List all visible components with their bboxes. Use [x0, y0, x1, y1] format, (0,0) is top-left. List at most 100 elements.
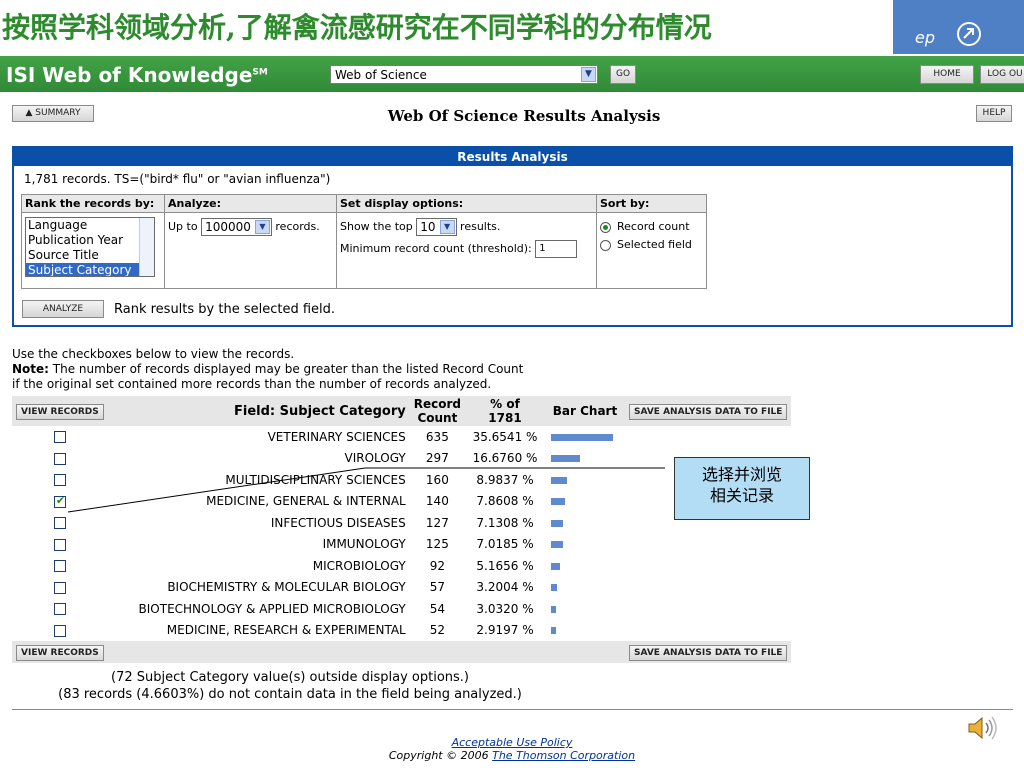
footnote-missing-data: (83 records (4.6603%) do not contain dat… — [58, 687, 522, 702]
row-checkbox[interactable] — [53, 560, 66, 573]
row-pct: 7.0185 % — [476, 537, 534, 552]
row-count: 297 — [425, 451, 449, 466]
database-select[interactable]: Web of Science ▼ — [330, 65, 598, 84]
row-checkbox[interactable] — [53, 452, 66, 465]
sort-selected-field-radio[interactable] — [600, 239, 611, 251]
row-count: 52 — [429, 623, 446, 638]
results-analysis-panel: Results Analysis 1,781 records. TS=("bir… — [12, 146, 1013, 327]
help-button[interactable]: HELP — [976, 105, 1012, 122]
row-field[interactable]: VETERINARY SCIENCES — [108, 426, 410, 448]
display-header: Set display options: — [336, 194, 597, 213]
analyze-upto-select[interactable]: 100000 ▼ — [201, 218, 272, 236]
rank-option-source-title[interactable]: Source Title — [26, 248, 154, 263]
footnote-outside-options: (72 Subject Category value(s) outside di… — [111, 670, 469, 685]
row-pct: 3.2004 % — [476, 580, 534, 595]
row-field[interactable]: INFECTIOUS DISEASES — [108, 512, 410, 534]
row-count: 54 — [429, 601, 446, 616]
table-row: VETERINARY SCIENCES 635 35.6541 % — [12, 426, 791, 448]
analyze-button[interactable]: ANALYZE — [22, 300, 104, 318]
row-bar — [551, 627, 556, 635]
rank-option-subject-category[interactable]: Subject Category — [26, 263, 154, 276]
note-label: Note: — [12, 362, 49, 376]
notes-line-2: The number of records displayed may be g… — [48, 362, 524, 376]
logout-button[interactable]: LOG OU — [980, 65, 1024, 84]
row-field[interactable]: MEDICINE, GENERAL & INTERNAL — [108, 491, 410, 513]
page-title: Web Of Science Results Analysis — [387, 107, 661, 125]
upto-prefix: Up to — [168, 220, 198, 233]
notes-line-3: if the original set contained more recor… — [12, 377, 492, 391]
row-bar — [551, 498, 565, 506]
row-checkbox[interactable] — [53, 474, 66, 487]
callout-line-2: 相关记录 — [709, 486, 774, 505]
acceptable-use-link[interactable]: Acceptable Use Policy — [452, 736, 573, 749]
sort-record-count-radio[interactable] — [600, 221, 611, 233]
results-footnote: (72 Subject Category value(s) outside di… — [0, 669, 580, 703]
row-checkbox[interactable] — [53, 494, 66, 508]
chevron-down-icon: ▼ — [439, 220, 455, 234]
row-field[interactable]: MICROBIOLOGY — [108, 555, 410, 577]
rank-option-language[interactable]: Language — [26, 218, 154, 233]
go-button[interactable]: GO — [610, 65, 636, 84]
row-bar — [551, 584, 557, 592]
records-query-text: 1,781 records. TS=("bird* flu" or "avian… — [24, 172, 331, 186]
callout-line-1: 选择并浏览 — [701, 465, 782, 484]
row-checkbox[interactable] — [53, 603, 66, 616]
threshold-input[interactable]: 1 — [535, 240, 578, 258]
next-arrow-icon — [957, 22, 981, 46]
row-bar — [551, 605, 556, 613]
view-records-button[interactable]: VIEW RECORDS — [16, 403, 104, 420]
row-field[interactable]: BIOTECHNOLOGY & APPLIED MICROBIOLOGY — [108, 598, 410, 620]
row-field[interactable]: BIOCHEMISTRY & MOLECULAR BIOLOGY — [108, 577, 410, 599]
analysis-options-table: Rank the records by: Analyze: Set displa… — [21, 194, 707, 289]
listbox-scrollbar[interactable] — [139, 218, 154, 276]
row-count: 140 — [425, 494, 449, 509]
slide-title: 按照学科领域分析,了解禽流感研究在不同学科的分布情况 — [2, 11, 712, 44]
panel-title: Results Analysis — [14, 148, 1011, 166]
database-select-value: Web of Science — [335, 68, 427, 82]
row-checkbox[interactable] — [53, 538, 66, 551]
footer-divider — [12, 709, 1013, 710]
row-bar — [551, 476, 567, 484]
row-count: 57 — [429, 580, 446, 595]
view-records-button-bottom[interactable]: VIEW RECORDS — [16, 644, 104, 661]
row-pct: 7.8608 % — [476, 494, 534, 509]
row-field[interactable]: MULTIDISCIPLINARY SCIENCES — [108, 469, 410, 491]
table-row: IMMUNOLOGY 125 7.0185 % — [12, 534, 791, 556]
copyright-footer: Acceptable Use Policy Copyright © 2006 T… — [0, 736, 1024, 762]
speaker-icon[interactable] — [965, 714, 1001, 742]
row-field[interactable]: MEDICINE, RESEARCH & EXPERIMENTAL — [108, 620, 410, 642]
row-pct: 2.9197 % — [476, 623, 534, 638]
show-prefix: Show the top — [340, 220, 413, 233]
sort-selected-field-label: Selected field — [617, 238, 692, 251]
row-bar — [551, 433, 613, 441]
rank-field-listbox[interactable]: Language Publication Year Source Title S… — [25, 217, 155, 277]
row-field[interactable]: IMMUNOLOGY — [108, 534, 410, 556]
col-header-bar: Bar Chart — [545, 396, 625, 426]
annotation-callout: 选择并浏览 相关记录 — [674, 457, 810, 520]
row-pct: 5.1656 % — [476, 558, 534, 573]
row-count: 125 — [425, 537, 449, 552]
save-analysis-button[interactable]: SAVE ANALYSIS DATA TO FILE — [629, 403, 788, 420]
col-header-count: Record Count — [409, 396, 465, 426]
row-field[interactable]: VIROLOGY — [108, 448, 410, 470]
row-checkbox[interactable] — [53, 431, 66, 444]
row-checkbox[interactable] — [53, 624, 66, 637]
notes-line-1: Use the checkboxes below to view the rec… — [12, 347, 295, 361]
col-header-pct: % of 1781 — [465, 396, 545, 426]
table-row: BIOTECHNOLOGY & APPLIED MICROBIOLOGY 54 3.… — [12, 598, 791, 620]
sort-record-count-label: Record count — [617, 220, 690, 233]
row-checkbox[interactable] — [53, 517, 66, 530]
row-pct: 3.0320 % — [476, 601, 534, 616]
slide-title-band: 按照学科领域分析,了解禽流感研究在不同学科的分布情况 ep — [0, 0, 1024, 54]
sort-header: Sort by: — [596, 194, 707, 213]
thomson-link[interactable]: The Thomson Corporation — [492, 749, 635, 762]
notes-text: Use the checkboxes below to view the rec… — [12, 347, 523, 392]
table-row: MEDICINE, RESEARCH & EXPERIMENTAL 52 2.919… — [12, 620, 791, 642]
home-button[interactable]: HOME — [920, 65, 974, 84]
row-checkbox[interactable] — [53, 581, 66, 594]
step-badge: ep — [893, 0, 1024, 54]
row-bar — [551, 541, 563, 549]
save-analysis-button-bottom[interactable]: SAVE ANALYSIS DATA TO FILE — [629, 644, 788, 661]
rank-option-publication-year[interactable]: Publication Year — [26, 233, 154, 248]
show-top-select[interactable]: 10 ▼ — [416, 218, 457, 236]
